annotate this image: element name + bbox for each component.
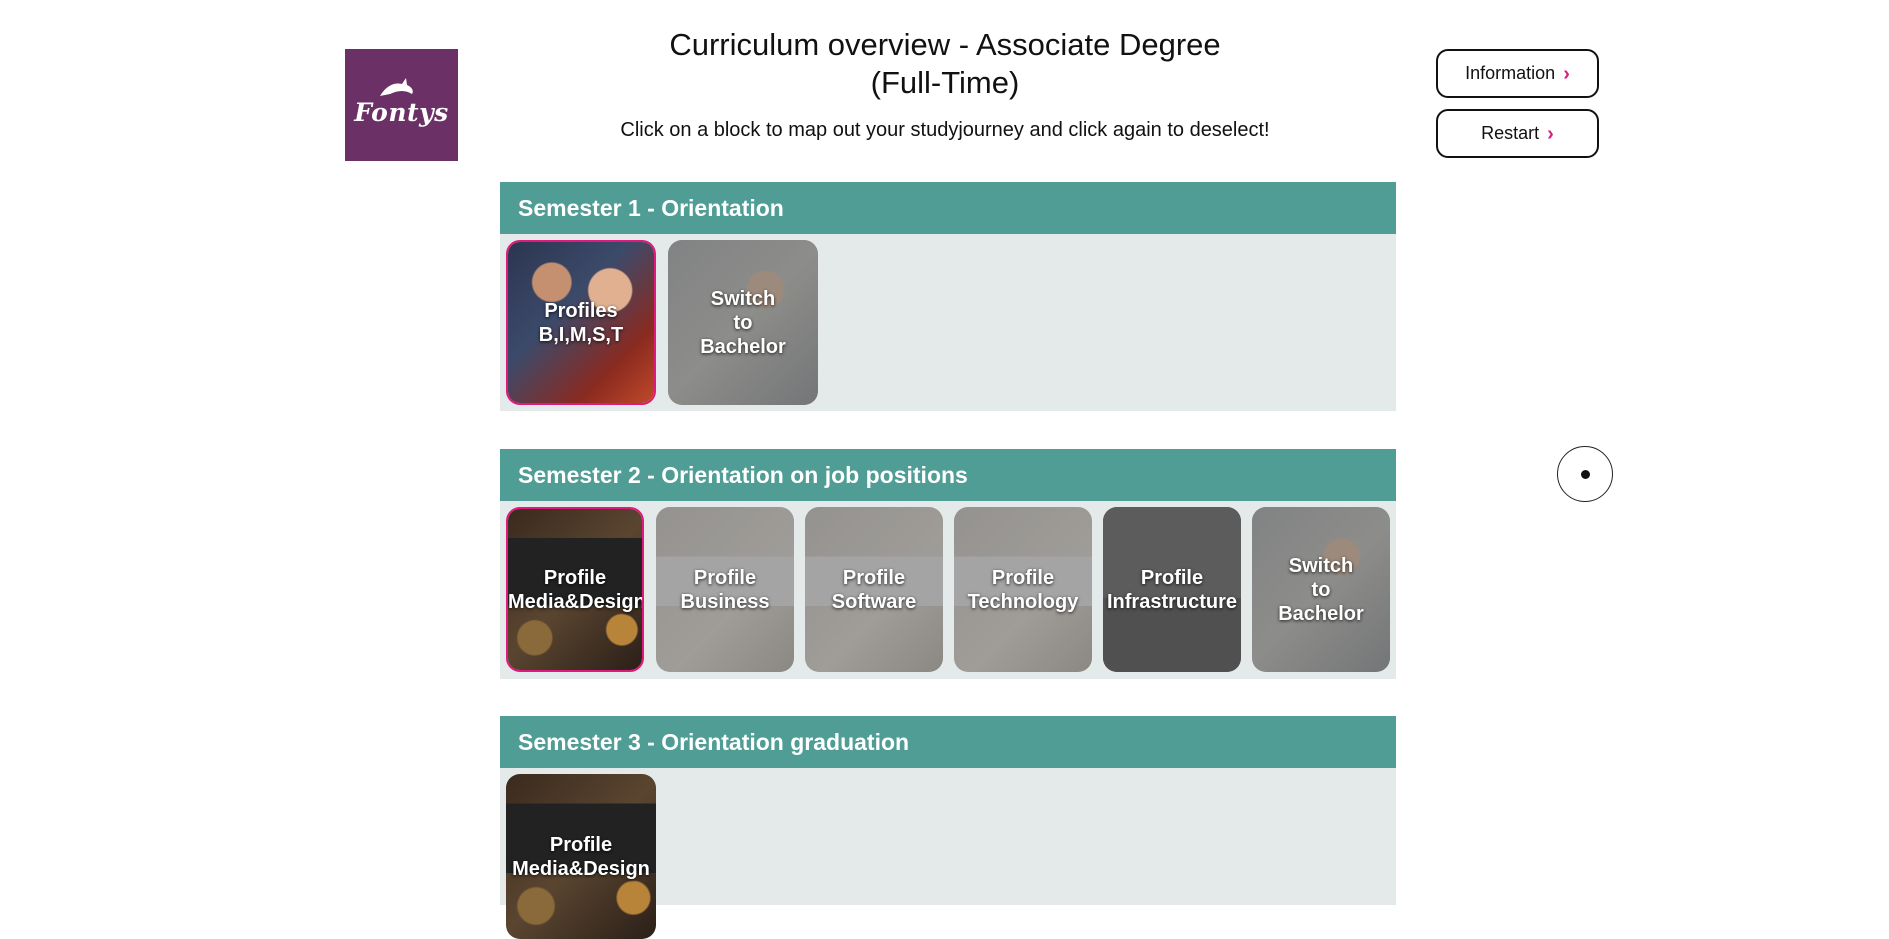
page-subtitle: Click on a block to map out your studyjo… bbox=[620, 119, 1270, 141]
page-title-line1: Curriculum overview - Associate Degree bbox=[669, 27, 1221, 62]
course-card-profile-business[interactable]: Profile Business bbox=[656, 507, 794, 672]
fontys-logo: Fontys bbox=[345, 49, 458, 161]
page-title: Curriculum overview - Associate Degree (… bbox=[560, 26, 1330, 102]
course-card-profile-media-design[interactable]: Profile Media&Design bbox=[506, 774, 656, 939]
course-card-profile-software[interactable]: Profile Software bbox=[805, 507, 943, 672]
card-label: Switch to Bachelor bbox=[1278, 554, 1364, 625]
semester-header: Semester 1 - Orientation bbox=[500, 182, 1396, 234]
card-label: Profile Business bbox=[680, 566, 770, 613]
course-card-profiles-bimst[interactable]: Profiles B,I,M,S,T bbox=[506, 240, 656, 405]
course-card-switch-to-bachelor[interactable]: Switch to Bachelor bbox=[1252, 507, 1390, 672]
page-title-line2: (Full-Time) bbox=[870, 65, 1020, 100]
logo-wordmark: Fontys bbox=[354, 97, 449, 127]
information-button[interactable]: Information › bbox=[1436, 49, 1599, 98]
card-label: Profile Technology bbox=[967, 566, 1079, 613]
card-label: Switch to Bachelor bbox=[700, 287, 786, 358]
chevron-right-icon: › bbox=[1563, 62, 1570, 85]
course-card-switch-to-bachelor[interactable]: Switch to Bachelor bbox=[668, 240, 818, 405]
semester-1-section: Semester 1 - Orientation Profiles B,I,M,… bbox=[500, 182, 1396, 411]
card-label: Profile Infrastructure bbox=[1106, 566, 1238, 613]
cursor-indicator bbox=[1557, 446, 1613, 502]
course-card-profile-media-design[interactable]: Profile Media&Design bbox=[506, 507, 644, 672]
cursor-dot bbox=[1580, 469, 1590, 479]
semester-header: Semester 2 - Orientation on job position… bbox=[500, 449, 1396, 501]
chevron-right-icon: › bbox=[1547, 122, 1554, 145]
card-label: Profile Media&Design bbox=[508, 566, 644, 613]
course-card-profile-infrastructure[interactable]: Profile Infrastructure bbox=[1103, 507, 1241, 672]
card-label: Profile Software bbox=[831, 566, 917, 613]
course-card-profile-technology[interactable]: Profile Technology bbox=[954, 507, 1092, 672]
semester-header: Semester 3 - Orientation graduation bbox=[500, 716, 1396, 768]
semester-3-section: Semester 3 - Orientation graduation Prof… bbox=[500, 716, 1396, 939]
restart-button-label: Restart bbox=[1481, 123, 1540, 143]
information-button-label: Information bbox=[1465, 63, 1556, 83]
card-label: Profiles B,I,M,S,T bbox=[538, 299, 624, 346]
semester-2-section: Semester 2 - Orientation on job position… bbox=[500, 449, 1396, 679]
restart-button[interactable]: Restart › bbox=[1436, 109, 1599, 158]
card-label: Profile Media&Design bbox=[512, 833, 650, 880]
